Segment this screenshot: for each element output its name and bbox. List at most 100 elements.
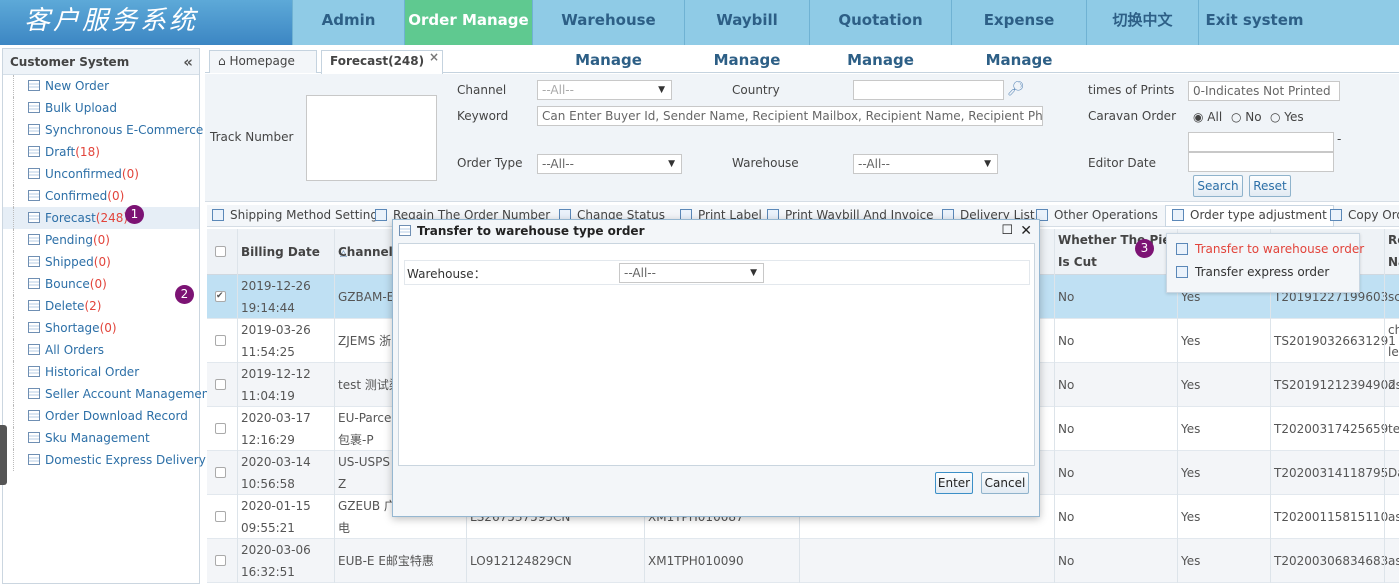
select-all-checkbox[interactable] (215, 246, 226, 257)
enter-button[interactable]: Enter (935, 472, 973, 494)
sidebar-item-8[interactable]: Shipped(0) (3, 251, 199, 273)
other-operations-button[interactable]: Other Operations (1036, 208, 1158, 222)
warehouse-row: Warehouse： --All-- (404, 260, 1030, 285)
row-checkbox[interactable] (215, 555, 226, 566)
order-type-adjustment-button[interactable]: Order type adjustment (1165, 205, 1334, 227)
sidebar-item-count: (0) (121, 167, 139, 181)
warehouse-select[interactable]: --All-- (853, 154, 998, 174)
sidebar-item-5[interactable]: Confirmed(0) (3, 185, 199, 207)
sidebar-item-17[interactable]: Domestic Express Delivery (3, 449, 206, 471)
track-number-input[interactable] (306, 95, 437, 181)
order-number-cell: T20200317425659 (1274, 422, 1389, 436)
grid-icon (28, 168, 40, 179)
sidebar-item-11[interactable]: Shortage(0) (3, 317, 199, 339)
row-checkbox[interactable] (215, 423, 226, 434)
sidebar-item-14[interactable]: Seller Account Management (3, 383, 214, 405)
sidebar-item-7[interactable]: Pending(0) (3, 229, 199, 251)
caravan-radio-all[interactable]: ◉ All (1193, 110, 1222, 124)
sidebar-item-6[interactable]: Forecast(248) (3, 207, 199, 229)
is-cut-cell: No (1058, 422, 1075, 436)
sidebar-item-3[interactable]: Draft(18) (3, 141, 199, 163)
billing-date: 2020-01-15 (241, 499, 311, 513)
sidebar-item-9[interactable]: Bounce(0) (3, 273, 199, 295)
billing-time: 11:04:19 (241, 389, 295, 403)
flag-cell: Yes (1181, 422, 1201, 436)
maximize-icon[interactable]: ☐ (1001, 220, 1013, 242)
sidebar-item-label: Bulk Upload (45, 101, 117, 115)
dialog-title-bar: Transfer to warehouse type order ☐ ✕ (393, 220, 1039, 242)
sidebar-item-1[interactable]: Bulk Upload (3, 97, 199, 119)
row-checkbox[interactable] (215, 467, 226, 478)
nav-item-1[interactable]: Order Manage (404, 0, 532, 45)
times-of-prints-input[interactable]: 0-Indicates Not Printed (1188, 81, 1340, 101)
col-channel[interactable]: Channel (334, 229, 393, 275)
sidebar-item-12[interactable]: All Orders (3, 339, 199, 361)
tab-forecast[interactable]: Forecast(248) × (321, 50, 443, 74)
col-recipient-name[interactable]: Re Na (1384, 229, 1399, 275)
channel-select[interactable]: --All-- (537, 80, 672, 100)
recipient-name-cell: ds (1388, 378, 1399, 392)
sidebar-item-label: Historical Order (45, 365, 140, 379)
sidebar-item-16[interactable]: Sku Management (3, 427, 199, 449)
recipient-name-cell-line2: lev (1388, 345, 1399, 359)
search-icon[interactable]: 🔎︎ (1007, 81, 1025, 97)
shipping-method-button[interactable]: Shipping Method Setting (212, 208, 378, 222)
tab-homepage[interactable]: ⌂ Homepage (209, 50, 317, 73)
nav-item-3[interactable]: Waybill Manage (684, 0, 809, 69)
col-billing-date[interactable]: Billing Date △ (237, 229, 347, 275)
sidebar-item-count: (18) (75, 145, 100, 159)
sidebar-item-count: (2) (84, 299, 102, 313)
nav-item-5[interactable]: Expense Manage (951, 0, 1086, 69)
collapse-icon[interactable]: « (183, 49, 193, 75)
order-type-select[interactable]: --All-- (537, 154, 682, 174)
nav-item-4[interactable]: Quotation Manage (809, 0, 951, 69)
dialog-warehouse-select[interactable]: --All-- (619, 263, 764, 283)
table-row[interactable]: 2020-03-06 16:32:51 EUB-E E邮宝特惠 LO912124829… (207, 539, 1399, 583)
row-checkbox[interactable] (215, 511, 226, 522)
nav-item-6[interactable]: 切换中文 (1086, 0, 1198, 45)
other-operations-label: Other Operations (1054, 208, 1158, 222)
grid-icon (28, 146, 40, 157)
sidebar-item-0[interactable]: New Order (3, 75, 199, 97)
caravan-radio-yes[interactable]: ○ Yes (1270, 110, 1304, 124)
sidebar-item-label: Bounce (45, 277, 90, 291)
channel-cell: EUB-E E邮宝特惠 (338, 554, 434, 568)
row-checkbox[interactable] (215, 379, 226, 390)
sidebar-item-10[interactable]: Delete(2) (3, 295, 199, 317)
channel-cell: GZBAM-E (338, 290, 395, 304)
keyword-input[interactable]: Can Enter Buyer Id, Sender Name, Recipie… (537, 106, 1043, 126)
search-button[interactable]: Search (1193, 175, 1243, 197)
main-nav: Admin Order Manage Warehouse Manage Waybill… (292, 0, 1310, 69)
sidebar-item-count: (248) (95, 211, 129, 225)
col-recipient-line2: Na (1388, 255, 1399, 269)
order-type-label: Order Type (457, 156, 523, 170)
order-type-adjustment-label: Order type adjustment (1190, 208, 1327, 222)
sidebar-list: New Order Bulk Upload Synchronous E-Commer… (3, 75, 214, 471)
editor-date-to[interactable] (1188, 152, 1334, 172)
sidebar-item-4[interactable]: Unconfirmed(0) (3, 163, 199, 185)
sidebar-item-2[interactable]: Synchronous E-Commerce (3, 119, 203, 141)
close-icon[interactable]: ✕ (1020, 220, 1032, 242)
reset-button[interactable]: Reset (1249, 175, 1291, 197)
menu-item-transfer-express[interactable]: Transfer express order (1176, 265, 1329, 279)
copy-order-button[interactable]: Copy Order (1330, 208, 1399, 222)
close-icon[interactable]: × (429, 47, 439, 68)
nav-item-7[interactable]: Exit system (1198, 0, 1310, 45)
menu-item-transfer-warehouse[interactable]: Transfer to warehouse order (1176, 242, 1364, 256)
is-cut-cell: No (1058, 334, 1075, 348)
sidebar-title: Customer System (10, 55, 130, 69)
cancel-button[interactable]: Cancel (981, 472, 1029, 494)
grid-icon (28, 322, 40, 333)
billing-time: 10:56:58 (241, 477, 295, 491)
nav-item-0[interactable]: Admin (292, 0, 404, 45)
billing-date: 2020-03-17 (241, 411, 311, 425)
editor-date-from[interactable] (1188, 132, 1334, 152)
country-input[interactable] (853, 80, 1004, 100)
row-checkbox[interactable]: ✔ (215, 291, 226, 302)
row-checkbox[interactable] (215, 335, 226, 346)
sidebar-item-15[interactable]: Order Download Record (3, 405, 199, 427)
nav-item-2[interactable]: Warehouse Manage (532, 0, 684, 69)
sidebar-item-13[interactable]: Historical Order (3, 361, 199, 383)
side-handle[interactable] (0, 425, 7, 485)
caravan-radio-no[interactable]: ○ No (1231, 110, 1262, 124)
